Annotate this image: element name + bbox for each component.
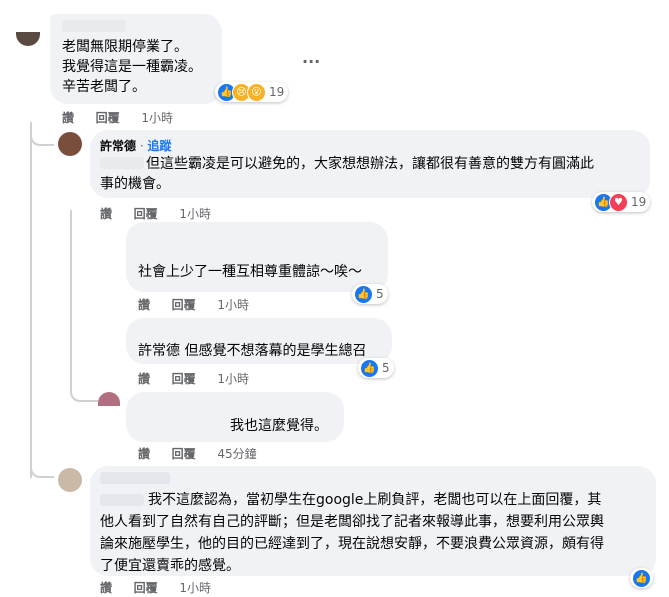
comment-text: 許常德 但感覺不想落幕的是學生總召 [138,343,367,359]
like-button[interactable]: 讚 [138,372,150,386]
timestamp[interactable]: 1小時 [141,111,173,125]
comment-actions: 讚 回覆 1小時 [138,370,249,387]
reply-button[interactable]: 回覆 [172,298,196,312]
timestamp[interactable]: 1小時 [217,372,249,386]
timestamp[interactable]: 1小時 [179,581,211,595]
reply-button[interactable]: 回覆 [172,447,196,461]
like-button[interactable]: 讚 [138,447,150,461]
reply-button[interactable]: 回覆 [134,581,158,595]
separator: · [139,139,144,153]
avatar[interactable] [58,468,82,492]
comment-text-line: 我不這麼認為，當初學生在google上刷負評，老闆也可以在上面回覆，其 [148,492,602,508]
reaction-summary[interactable]: 👍 ♥ 19 [592,192,651,212]
comment-actions: 讚 回覆 1小時 [62,109,173,126]
like-reaction-icon: 👍 [632,568,651,588]
reaction-count: 5 [376,287,384,301]
wow-reaction-icon: 😮 [247,82,266,102]
comment-actions: 讚 回覆 45分鐘 [138,445,257,462]
thread-line-curve [30,130,54,146]
reaction-summary[interactable]: 👍 [630,568,653,588]
reaction-count: 19 [269,85,285,99]
avatar[interactable] [58,132,82,156]
reaction-summary[interactable]: 👍 5 [358,358,394,378]
timestamp[interactable]: 1小時 [217,298,249,312]
love-reaction-icon: ♥ [609,192,628,212]
thread-line [30,122,32,478]
comment-actions: 讚 回覆 1小時 [100,205,211,222]
timestamp[interactable]: 1小時 [179,207,211,221]
like-reaction-icon: 👍 [354,284,373,304]
avatar[interactable] [98,392,120,406]
reaction-count: 5 [382,361,390,375]
like-button[interactable]: 讚 [62,111,74,125]
like-button[interactable]: 讚 [100,207,112,221]
timestamp[interactable]: 45分鐘 [217,447,256,461]
comment-author: 許常德 · 追蹤 [100,137,172,154]
redacted-name [62,20,126,32]
author-name[interactable]: 許常德 [100,139,136,153]
reaction-summary[interactable]: 👍 😢 😮 19 [215,82,289,102]
comment-text: 老闆無限期停業了。 我覺得這是一種霸凌。 辛苦老闆了。 [62,39,202,95]
like-reaction-icon: 👍 [360,358,379,378]
thread-line-curve [70,388,98,402]
comment-text: 但這些霸凌是可以避免的，大家想想辦法，讓都很有善意的雙方有圓滿此 事的機會。 [100,156,594,192]
reply-button[interactable]: 回覆 [172,372,196,386]
reply-button[interactable]: 回覆 [134,207,158,221]
comment-text-line: 他人看到了自然有自己的評斷；但是老闆卻找了記者來報導此事，想要利用公眾輿 [100,514,604,530]
redacted-name [100,472,170,484]
more-options-icon[interactable]: ··· [302,52,320,71]
comment-actions: 讚 回覆 1小時 [100,579,211,596]
follow-button[interactable]: 追蹤 [148,139,172,153]
reaction-count: 19 [631,195,647,209]
reaction-summary[interactable]: 👍 5 [352,284,388,304]
comment-text-line: 論來施壓學生，他的目的已經達到了，現在說想安靜，不要浪費公眾資源，頗有得 [100,536,604,552]
avatar[interactable] [16,32,40,46]
reply-button[interactable]: 回覆 [96,111,120,125]
comment-text: 社會上少了一種互相尊重體諒～唉～ [138,264,362,280]
comment-actions: 讚 回覆 1小時 [138,296,249,313]
comment-text: 我也這麼覺得。 [230,418,328,434]
thread-line-nested [70,210,72,390]
like-button[interactable]: 讚 [100,581,112,595]
comment-text-line: 了便宜還賣乖的感覺。 [100,558,240,574]
thread-line-curve [30,462,54,478]
like-button[interactable]: 讚 [138,298,150,312]
redacted-name [100,494,144,506]
